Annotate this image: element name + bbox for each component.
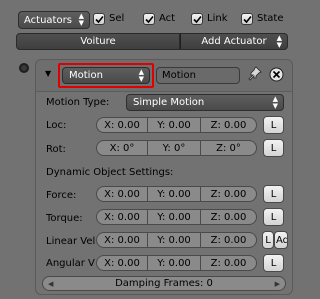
torque-local-toggle[interactable]: L	[263, 208, 284, 226]
chevron-updown-icon: ▲ ▼	[78, 12, 84, 27]
angular-vel-y-field[interactable]: Y: 0.00	[148, 255, 201, 271]
loc-z-field[interactable]: Z: 0.00	[201, 117, 257, 133]
link-label: Link	[207, 13, 228, 24]
force-local-toggle[interactable]: L	[263, 185, 284, 203]
actuator-name-value: Motion	[162, 70, 196, 81]
linear-vel-add-label: Ad	[276, 234, 288, 246]
sel-checkbox[interactable]	[93, 13, 105, 25]
increment-arrow-icon[interactable]: ▶	[275, 280, 280, 288]
rot-local-toggle[interactable]: L	[263, 139, 284, 157]
rot-z-field[interactable]: Z: 0°	[201, 140, 257, 156]
linear-vel-y-value: Y: 0.00	[157, 234, 191, 246]
torque-y-field[interactable]: Y: 0.00	[148, 209, 201, 225]
chevron-updown-icon: ▲ ▼	[272, 95, 278, 110]
act-checkbox[interactable]	[143, 13, 155, 25]
loc-y-field[interactable]: Y: 0.00	[148, 117, 201, 133]
torque-x-field[interactable]: X: 0.00	[96, 209, 148, 225]
checkmark-icon	[192, 15, 202, 23]
force-y-field[interactable]: Y: 0.00	[148, 186, 201, 202]
rot-x-field[interactable]: X: 0°	[96, 140, 148, 156]
close-icon-svg	[269, 67, 284, 82]
loc-local-toggle[interactable]: L	[263, 116, 284, 134]
angular-vel-z-field[interactable]: Z: 0.00	[201, 255, 257, 271]
rot-z-value: Z: 0°	[216, 142, 241, 154]
torque-label: Torque:	[46, 213, 83, 224]
loc-x-field[interactable]: X: 0.00	[96, 117, 148, 133]
pin-icon[interactable]	[248, 66, 262, 85]
linear-vel-x-value: X: 0.00	[104, 234, 140, 246]
motion-type-value: Simple Motion	[133, 97, 205, 108]
rot-label: Rot:	[46, 144, 66, 155]
linear-vel-local-toggle[interactable]: L	[262, 231, 274, 249]
link-checkbox[interactable]	[191, 13, 203, 25]
motion-type-dropdown[interactable]: Simple Motion ▲ ▼	[126, 94, 284, 111]
angular-vel-y-value: Y: 0.00	[157, 257, 191, 269]
checkmark-icon	[144, 15, 154, 23]
force-z-field[interactable]: Z: 0.00	[201, 186, 257, 202]
chevron-updown-icon: ▲ ▼	[276, 34, 282, 49]
linear-vel-z-field[interactable]: Z: 0.00	[201, 232, 257, 248]
damping-frames-value: Damping Frames: 0	[115, 278, 213, 289]
loc-y-value: Y: 0.00	[157, 119, 191, 131]
damping-frames-slider[interactable]: ◀ Damping Frames: 0 ▶	[42, 276, 286, 291]
torque-x-value: X: 0.00	[104, 211, 140, 223]
decrement-arrow-icon[interactable]: ◀	[48, 280, 53, 288]
checkmark-icon	[94, 15, 104, 23]
loc-local-label: L	[270, 119, 277, 131]
force-x-field[interactable]: X: 0.00	[96, 186, 148, 202]
sel-label: Sel	[109, 13, 125, 24]
actuator-type-dropdown[interactable]: Motion ▲ ▼	[62, 67, 150, 84]
state-checkbox[interactable]	[241, 13, 253, 25]
chevron-updown-icon: ▲ ▼	[138, 68, 144, 83]
linear-vel-y-field[interactable]: Y: 0.00	[148, 232, 201, 248]
actuator-type-label: Motion	[69, 70, 103, 81]
loc-z-value: Z: 0.00	[210, 119, 247, 131]
link-socket[interactable]	[19, 63, 29, 73]
angular-vel-local-toggle[interactable]: L	[263, 254, 284, 272]
linear-vel-local-label: L	[265, 234, 271, 246]
actuator-name-field[interactable]: Motion	[156, 67, 240, 84]
force-y-value: Y: 0.00	[157, 188, 191, 200]
torque-z-value: Z: 0.00	[210, 211, 247, 223]
angular-vel-x-field[interactable]: X: 0.00	[96, 255, 148, 271]
act-label: Act	[159, 13, 176, 24]
dynamic-settings-header: Dynamic Object Settings:	[46, 167, 174, 178]
force-x-value: X: 0.00	[104, 188, 140, 200]
checkmark-icon	[242, 15, 252, 23]
force-local-label: L	[270, 188, 277, 200]
category-dropdown-label: Actuators	[24, 14, 72, 26]
state-label: State	[257, 13, 284, 24]
angular-vel-x-value: X: 0.00	[104, 257, 140, 269]
collapse-triangle-icon[interactable]: ▼	[45, 69, 51, 78]
loc-label: Loc:	[46, 120, 67, 131]
torque-z-field[interactable]: Z: 0.00	[201, 209, 257, 225]
linear-vel-z-value: Z: 0.00	[210, 234, 247, 246]
torque-local-label: L	[270, 211, 277, 223]
rot-y-field[interactable]: Y: 0°	[148, 140, 201, 156]
loc-x-value: X: 0.00	[104, 119, 140, 131]
torque-y-value: Y: 0.00	[157, 211, 191, 223]
close-icon[interactable]	[269, 67, 284, 85]
pin-icon-svg	[248, 66, 262, 81]
angular-vel-z-value: Z: 0.00	[210, 257, 247, 269]
add-actuator-button[interactable]: Add Actuator ▲ ▼	[180, 33, 288, 50]
angular-vel-label: Angular V	[46, 258, 95, 269]
angular-vel-local-label: L	[270, 257, 277, 269]
motion-type-label: Motion Type:	[46, 97, 110, 108]
add-actuator-label: Add Actuator	[201, 36, 267, 47]
rot-x-value: X: 0°	[109, 142, 135, 154]
linear-vel-label: Linear Vel	[46, 236, 96, 247]
force-label: Force:	[46, 190, 77, 201]
force-z-value: Z: 0.00	[210, 188, 247, 200]
rot-y-value: Y: 0°	[162, 142, 186, 154]
linear-vel-x-field[interactable]: X: 0.00	[96, 232, 148, 248]
object-name-bar[interactable]: Voiture	[16, 33, 180, 50]
rot-local-label: L	[270, 142, 277, 154]
linear-vel-add-toggle[interactable]: Ad	[274, 231, 288, 249]
category-dropdown[interactable]: Actuators ▲ ▼	[18, 11, 90, 29]
object-name: Voiture	[80, 36, 116, 47]
